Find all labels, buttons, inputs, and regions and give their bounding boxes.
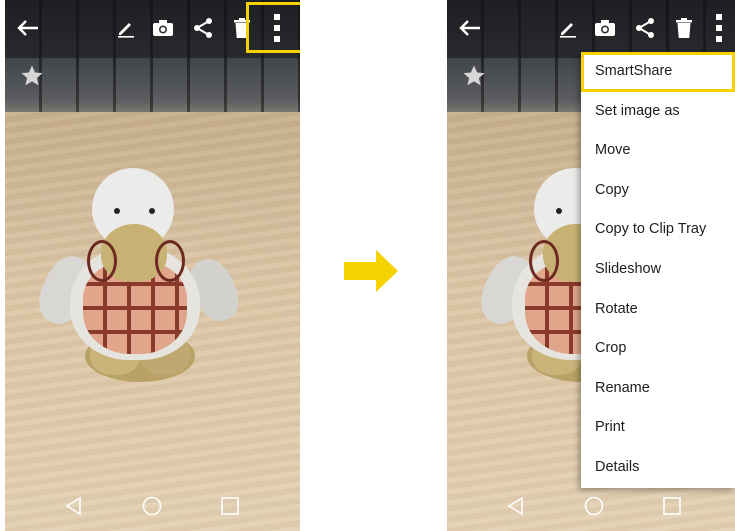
navigation-bar [5,483,300,531]
menu-item-set-image-as[interactable]: Set image as [581,92,735,132]
overflow-menu: SmartShare Set image as Move Copy Copy t… [581,52,735,488]
gallery-toolbar [447,0,735,58]
recents-square-icon[interactable] [661,495,685,519]
share-icon[interactable] [630,11,660,45]
menu-item-print[interactable]: Print [581,408,735,448]
camera-icon[interactable] [148,11,178,45]
home-circle-icon[interactable] [583,495,607,519]
back-arrow-icon[interactable] [13,11,43,45]
transition-arrow-icon [344,250,400,292]
gallery-screen-before [5,0,300,531]
menu-item-crop[interactable]: Crop [581,329,735,369]
photo-duck-figurine [5,0,300,531]
menu-item-rename[interactable]: Rename [581,369,735,409]
recents-square-icon[interactable] [219,495,243,519]
menu-item-copy[interactable]: Copy [581,171,735,211]
menu-item-slideshow[interactable]: Slideshow [581,250,735,290]
star-icon[interactable] [20,64,44,88]
share-icon[interactable] [188,11,218,45]
edit-pencil-icon[interactable] [553,11,583,45]
navigation-bar [447,483,735,531]
menu-item-rotate[interactable]: Rotate [581,290,735,330]
back-triangle-icon[interactable] [505,495,529,519]
home-circle-icon[interactable] [141,495,165,519]
overflow-menu-icon[interactable] [704,11,734,45]
edit-pencil-icon[interactable] [111,11,141,45]
menu-item-smartshare[interactable]: SmartShare [581,52,735,92]
menu-item-move[interactable]: Move [581,131,735,171]
menu-item-copy-to-clip-tray[interactable]: Copy to Clip Tray [581,210,735,250]
back-triangle-icon[interactable] [63,495,87,519]
menu-item-details[interactable]: Details [581,448,735,488]
back-arrow-icon[interactable] [455,11,485,45]
trash-icon[interactable] [669,11,699,45]
star-icon[interactable] [462,64,486,88]
overflow-menu-highlight [246,2,300,53]
camera-icon[interactable] [590,11,620,45]
